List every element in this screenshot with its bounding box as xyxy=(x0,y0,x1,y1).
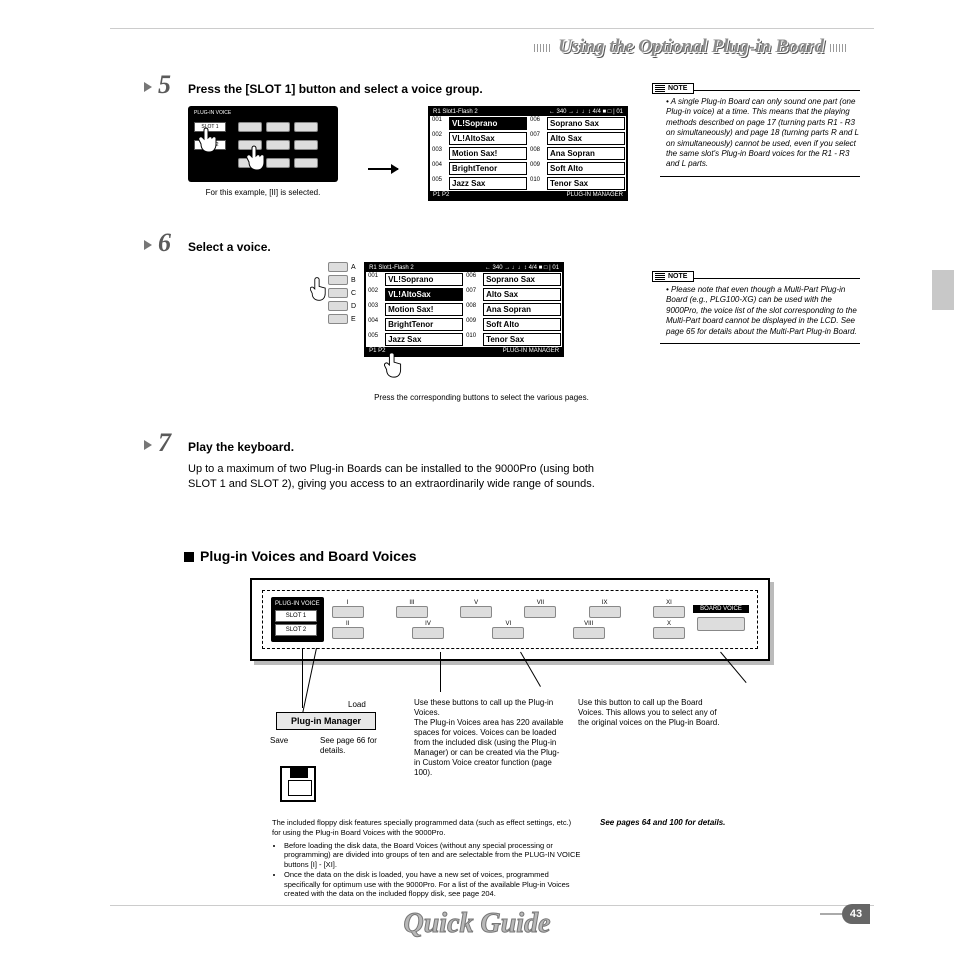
hardware-panel-diagram: PLUG-IN VOICE SLOT 1 SLOT 2 xyxy=(188,106,338,182)
step-number: 6 xyxy=(158,228,171,258)
voice-group-button xyxy=(332,627,364,639)
note-label: NOTE xyxy=(652,83,694,94)
voice-cell: Soprano Sax xyxy=(547,117,625,130)
step-number: 5 xyxy=(158,70,171,100)
board-diagram: PLUG-IN VOICE SLOT 1 SLOT 2 IIIIVVIIIXXI… xyxy=(250,578,770,661)
voice-group-button xyxy=(573,627,605,639)
step-number: 7 xyxy=(158,428,171,458)
side-button-label: E xyxy=(351,316,356,323)
hand-pointer-icon xyxy=(310,276,330,302)
side-button-label: C xyxy=(351,290,356,297)
footer-rule xyxy=(110,905,874,906)
callout-line xyxy=(302,648,303,708)
voice-cell: Soft Alto xyxy=(483,318,561,331)
bottom-reference: See pages 64 and 100 for details. xyxy=(600,818,760,827)
voice-cell: BrightTenor xyxy=(385,318,463,331)
voice-group-button xyxy=(332,606,364,618)
lcd-screen: R1 Slot1-Flash 2← 340 → ♩♩↕ 4/4 ■ □ | 01… xyxy=(428,106,628,201)
floppy-disk-icon xyxy=(280,766,316,802)
hand-pointer-icon xyxy=(246,144,268,174)
callout-right: Use this button to call up the Board Voi… xyxy=(578,698,728,728)
side-buttons: ABCDE xyxy=(328,262,356,324)
step-title: Select a voice. xyxy=(188,240,874,254)
note-label: NOTE xyxy=(652,271,694,282)
lcd-screen: R1 Slot1-Flash 2← 340 → ♩♩↕ 4/4 ■ □ | 01… xyxy=(364,262,564,357)
voice-cell: Tenor Sax xyxy=(483,333,561,346)
voice-cell: Ana Sopran xyxy=(547,147,625,160)
slot1-button: SLOT 1 xyxy=(275,610,317,622)
callout-mid: Use these buttons to call up the Plug-in… xyxy=(414,698,564,778)
slot2-button: SLOT 2 xyxy=(275,624,317,636)
voice-group-button xyxy=(492,627,524,639)
voice-cell: Motion Sax! xyxy=(385,303,463,316)
side-button xyxy=(328,275,348,285)
voice-group-button xyxy=(412,627,444,639)
side-button-label: B xyxy=(351,277,356,284)
step-body: Up to a maximum of two Plug-in Boards ca… xyxy=(188,462,618,492)
side-button xyxy=(328,262,348,272)
bottom-paragraph: The included floppy disk features specia… xyxy=(272,818,582,899)
step-arrow-icon xyxy=(144,240,152,250)
step-title: Play the keyboard. xyxy=(188,440,874,454)
note-box: NOTE • A single Plug-in Board can only s… xyxy=(660,90,860,177)
side-tab xyxy=(932,270,954,310)
side-button xyxy=(328,301,348,311)
side-button-label: D xyxy=(351,303,356,310)
voice-group-button xyxy=(460,606,492,618)
voice-group-button xyxy=(524,606,556,618)
save-label: Save xyxy=(270,736,288,746)
voice-cell: Jazz Sax xyxy=(385,333,463,346)
voice-cell: Alto Sax xyxy=(547,132,625,145)
arrow-right-icon xyxy=(368,168,398,170)
voice-group-button xyxy=(653,606,685,618)
hand-pointer-icon xyxy=(198,126,220,156)
hand-pointer-icon xyxy=(384,351,406,379)
voice-cell: Ana Sopran xyxy=(483,303,561,316)
voice-cell: Soprano Sax xyxy=(483,273,561,286)
side-button xyxy=(328,288,348,298)
side-button xyxy=(328,314,348,324)
voice-cell: VL!Soprano xyxy=(385,273,463,286)
see-page-66: See page 66 for details. xyxy=(320,736,390,756)
callout-line xyxy=(440,652,441,692)
plugin-manager-box: Plug-in Manager xyxy=(276,712,376,730)
voice-group-button xyxy=(396,606,428,618)
voice-cell: VL!Soprano xyxy=(449,117,527,130)
voice-cell: VL!AltoSax xyxy=(385,288,463,301)
section-title: Using the Optional Plug-in Board xyxy=(528,36,854,58)
voice-cell: BrightTenor xyxy=(449,162,527,175)
board-voice-button xyxy=(697,617,745,631)
side-button-label: A xyxy=(351,264,356,271)
figure-caption: For this example, [II] is selected. xyxy=(188,188,338,197)
footer-title: Quick Guide xyxy=(0,908,954,940)
voice-cell: Jazz Sax xyxy=(449,177,527,190)
voice-cell: VL!AltoSax xyxy=(449,132,527,145)
voice-cell: Alto Sax xyxy=(483,288,561,301)
voice-group-button xyxy=(653,627,685,639)
voice-cell: Motion Sax! xyxy=(449,147,527,160)
subsection-heading: Plug-in Voices and Board Voices xyxy=(184,548,417,564)
voice-cell: Tenor Sax xyxy=(547,177,625,190)
top-rule xyxy=(110,28,874,29)
step-arrow-icon xyxy=(144,82,152,92)
voice-cell: Soft Alto xyxy=(547,162,625,175)
step-7: 7 Play the keyboard. Up to a maximum of … xyxy=(188,440,874,492)
voice-group-button xyxy=(589,606,621,618)
step-arrow-icon xyxy=(144,440,152,450)
note-box: NOTE • Please note that even though a Mu… xyxy=(660,278,860,344)
figure-caption: Press the corresponding buttons to selec… xyxy=(374,393,589,402)
load-label: Load xyxy=(348,700,366,710)
